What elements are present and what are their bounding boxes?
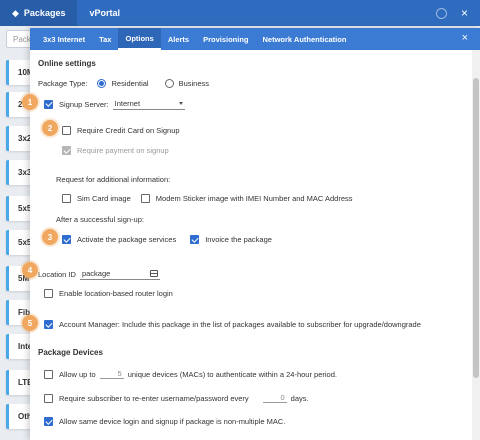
- account-manager-row: Account Manager: Include this package in…: [44, 320, 421, 329]
- same-device-label: Allow same device login and signup if pa…: [59, 417, 286, 426]
- require-payment-checkbox: [62, 146, 71, 155]
- app-tab-packages[interactable]: ◆ Packages: [0, 0, 78, 26]
- business-label: Business: [178, 79, 210, 88]
- allow-devices-checkbox[interactable]: [44, 369, 53, 379]
- gear-icon[interactable]: [435, 7, 447, 19]
- signup-server-value: Internet: [114, 99, 141, 108]
- require-payment-label: Require payment on signup: [77, 146, 169, 155]
- location-id-label: Location ID: [38, 269, 76, 279]
- app-tab-packages-label: Packages: [23, 8, 66, 18]
- callout-badge-1: 1: [22, 94, 38, 110]
- location-id-value: package: [81, 269, 111, 278]
- reenter-credentials-prefix: Require subscriber to re-enter username/…: [59, 393, 249, 403]
- tab-network-authentication[interactable]: Network Authentication: [256, 28, 354, 50]
- account-manager-checkbox[interactable]: [44, 320, 53, 329]
- package-devices-title: Package Devices: [38, 348, 103, 357]
- package-options-modal: 3x3 Internet Tax Options Alerts Provisio…: [30, 28, 480, 440]
- modal-scrollbar[interactable]: [472, 50, 480, 440]
- modal-close-icon[interactable]: ×: [462, 32, 468, 44]
- allow-devices-input[interactable]: 5: [99, 369, 124, 379]
- signup-server-select[interactable]: Internet: [112, 98, 185, 110]
- callout-badge-4: 4: [22, 262, 38, 278]
- require-credit-card-label: Require Credit Card on Signup: [77, 126, 180, 135]
- reenter-credentials-suffix: days.: [290, 393, 309, 403]
- database-icon[interactable]: [149, 270, 158, 277]
- app-top-bar: ◆ Packages vPortal ×: [0, 0, 480, 26]
- callout-badge-2: 2: [42, 120, 58, 136]
- callout-badge-3: 3: [42, 229, 58, 245]
- tab-alerts[interactable]: Alerts: [161, 28, 196, 50]
- require-credit-card-row: Require Credit Card on Signup: [62, 126, 180, 135]
- modem-sticker-checkbox[interactable]: [140, 194, 150, 203]
- chevron-down-icon: [178, 102, 183, 105]
- request-info-label: Request for additional information:: [56, 175, 171, 184]
- online-settings-title: Online settings: [38, 59, 96, 68]
- invoice-package-checkbox[interactable]: [190, 235, 200, 244]
- location-id-row: Location ID package: [38, 268, 160, 280]
- tab-provisioning[interactable]: Provisioning: [196, 28, 255, 50]
- residential-radio[interactable]: [97, 79, 107, 88]
- reenter-credentials-checkbox[interactable]: [44, 393, 53, 403]
- allow-devices-suffix: unique devices (MACs) to authenticate wi…: [127, 369, 337, 379]
- app-tab-vportal[interactable]: vPortal: [77, 0, 132, 26]
- business-radio[interactable]: [164, 79, 174, 88]
- sim-card-image-checkbox[interactable]: [62, 194, 71, 203]
- reenter-credentials-row: Require subscriber to re-enter username/…: [44, 393, 309, 403]
- sim-card-image-label: Sim Card image: [77, 194, 131, 203]
- tab-package-name[interactable]: 3x3 Internet: [36, 28, 92, 50]
- residential-label: Residential: [111, 79, 149, 88]
- modem-sticker-label: Modem Sticker image with IMEI Number and…: [155, 194, 353, 203]
- require-payment-row: Require payment on signup: [62, 146, 169, 155]
- location-login-label: Enable location-based router login: [59, 289, 173, 298]
- signup-server-checkbox[interactable]: [44, 99, 53, 109]
- close-icon[interactable]: ×: [461, 7, 468, 19]
- callout-badge-5: 5: [22, 315, 38, 331]
- tab-tax[interactable]: Tax: [92, 28, 118, 50]
- options-panel: Online settings Package Type: Residentia…: [30, 50, 472, 440]
- app-tab-vportal-label: vPortal: [89, 8, 120, 18]
- after-signup-label: After a successful sign-up:: [56, 215, 144, 224]
- scrollbar-thumb[interactable]: [473, 78, 479, 378]
- tab-options[interactable]: Options: [118, 28, 161, 50]
- stack-icon: ◆: [12, 7, 19, 18]
- invoice-package-label: Invoice the package: [205, 235, 272, 244]
- location-id-input[interactable]: package: [79, 268, 160, 280]
- account-manager-label: Account Manager: Include this package in…: [59, 320, 421, 329]
- same-device-row: Allow same device login and signup if pa…: [44, 417, 285, 426]
- reenter-days-input[interactable]: 0: [262, 393, 287, 403]
- activate-services-label: Activate the package services: [77, 235, 177, 244]
- require-credit-card-checkbox[interactable]: [62, 126, 71, 135]
- modal-tab-bar: 3x3 Internet Tax Options Alerts Provisio…: [30, 28, 480, 50]
- allow-devices-row: Allow up to 5 unique devices (MACs) to a…: [44, 369, 337, 379]
- activate-services-checkbox[interactable]: [62, 235, 71, 244]
- location-login-checkbox[interactable]: [44, 289, 53, 298]
- same-device-checkbox[interactable]: [44, 417, 53, 426]
- signup-server-label: Signup Server:: [59, 99, 109, 109]
- additional-info-row: Sim Card image Modem Sticker image with …: [62, 194, 353, 203]
- after-signup-row: Activate the package services Invoice th…: [62, 235, 272, 244]
- package-type-label: Package Type:: [38, 79, 88, 88]
- allow-devices-prefix: Allow up to: [59, 369, 96, 379]
- package-type-row: Package Type: Residential Business: [38, 79, 209, 88]
- signup-server-row: Signup Server: Internet: [44, 98, 185, 110]
- location-login-row: Enable location-based router login: [44, 289, 173, 298]
